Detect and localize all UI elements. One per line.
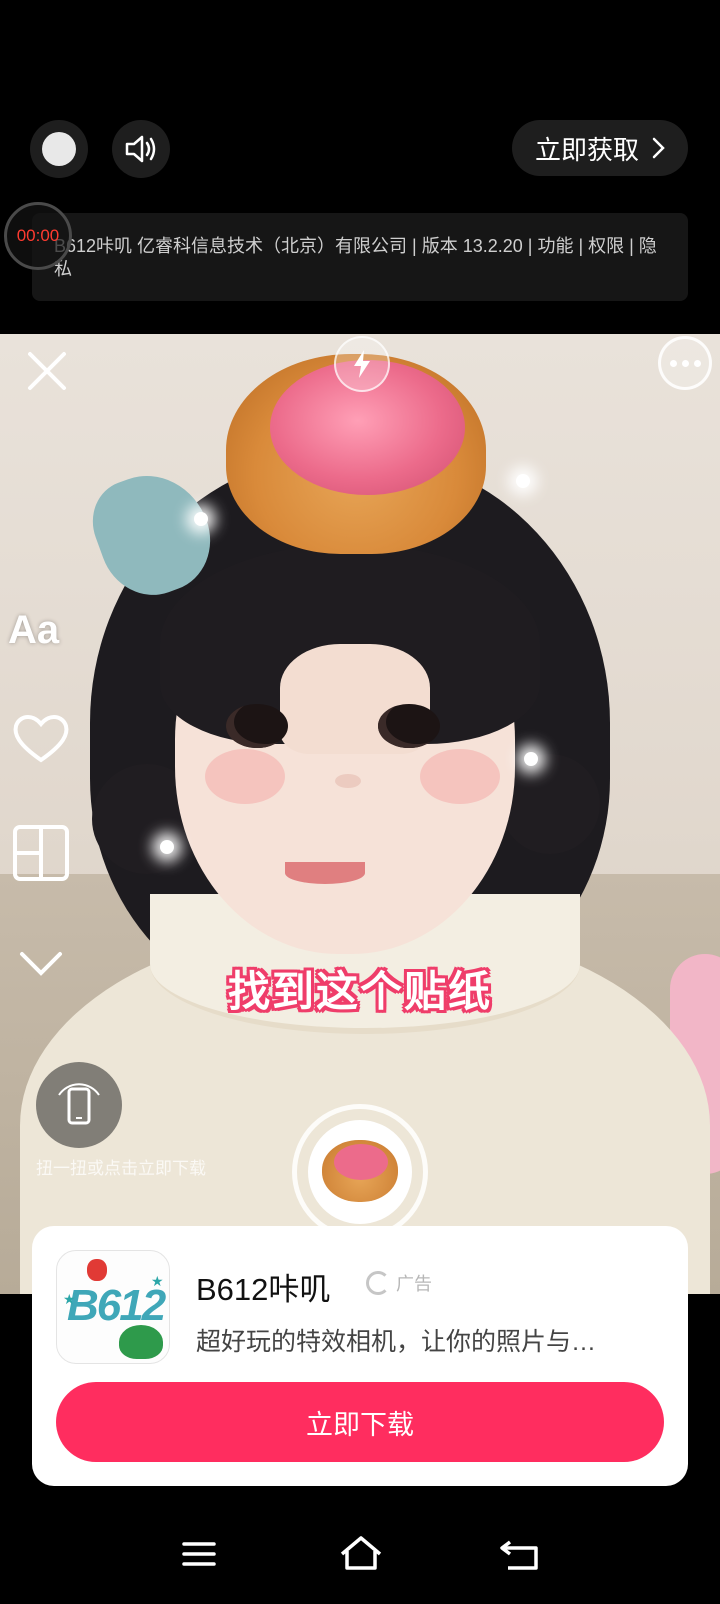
recording-timer: 00:00 [4, 202, 72, 270]
sparkle-icon [524, 752, 538, 766]
video-eye-right [378, 704, 440, 748]
phone-rotate-icon [58, 1083, 100, 1125]
chevron-down-icon [20, 952, 62, 976]
video-cheek-left [205, 749, 285, 804]
home-icon[interactable] [336, 1534, 386, 1574]
ad-header: 立即获取 00:00 B612咔叽 亿睿科信息技术（北京）有限公司 | 版本 1… [0, 0, 720, 334]
sparkle-icon [516, 474, 530, 488]
text-tool-icon: Aa [8, 608, 60, 652]
menu-icon[interactable] [174, 1534, 224, 1574]
video-mouth [285, 862, 365, 884]
layout-icon [13, 825, 69, 881]
ad-card[interactable]: B612 ★ ★ B612咔叽 广告 超好玩的特效相机，让你的照片与… 立即下载 [32, 1226, 688, 1486]
heart-icon [13, 715, 69, 763]
dragon-icon [119, 1325, 163, 1359]
flash-icon [354, 350, 370, 378]
app-info-strip[interactable]: B612咔叽 亿睿科信息技术（北京）有限公司 | 版本 13.2.20 | 功能… [32, 213, 688, 301]
lantern-icon [87, 1259, 107, 1281]
sticker-shutter [292, 1104, 428, 1240]
get-now-label: 立即获取 [534, 134, 639, 165]
video-hair-bun-right [500, 754, 600, 854]
app-logo: B612 [67, 1281, 166, 1330]
flash-button [334, 336, 390, 392]
app-description: 超好玩的特效相机，让你的照片与… [196, 1328, 597, 1356]
close-icon [28, 352, 66, 390]
sticker-thumbnail-filling [334, 1144, 388, 1180]
get-now-button[interactable]: 立即获取 [512, 120, 688, 176]
ad-label: 广告 [396, 1274, 432, 1294]
video-cheek-right [420, 749, 500, 804]
sparkle-icon [194, 512, 208, 526]
ad-tag: 广告 [366, 1270, 432, 1296]
ad-video[interactable]: 找到这个贴纸 Aa 扭一扭或点击立即下载 [0, 334, 720, 1294]
rotate-hint: 扭一扭或点击立即下载 [36, 1159, 206, 1178]
star-icon: ★ [63, 1291, 76, 1307]
sparkle-icon [160, 840, 174, 854]
system-nav-bar [0, 1500, 720, 1604]
skip-button[interactable] [30, 120, 88, 178]
download-button[interactable]: 立即下载 [56, 1382, 664, 1462]
speaker-icon [125, 135, 156, 163]
skip-dot-icon [42, 132, 76, 166]
ad-mark-icon [366, 1271, 390, 1295]
app-name: B612咔叽 [196, 1272, 331, 1307]
back-icon[interactable] [496, 1534, 546, 1574]
more-icon [658, 336, 712, 390]
video-eye-left [226, 704, 288, 748]
app-icon[interactable]: B612 ★ ★ [56, 1250, 170, 1364]
chevron-right-icon [652, 137, 665, 159]
star-icon: ★ [151, 1273, 164, 1289]
video-caption: 找到这个贴纸 [227, 968, 492, 1015]
sound-button[interactable] [112, 120, 170, 178]
video-nose [335, 774, 361, 788]
rotate-button[interactable] [36, 1062, 122, 1148]
